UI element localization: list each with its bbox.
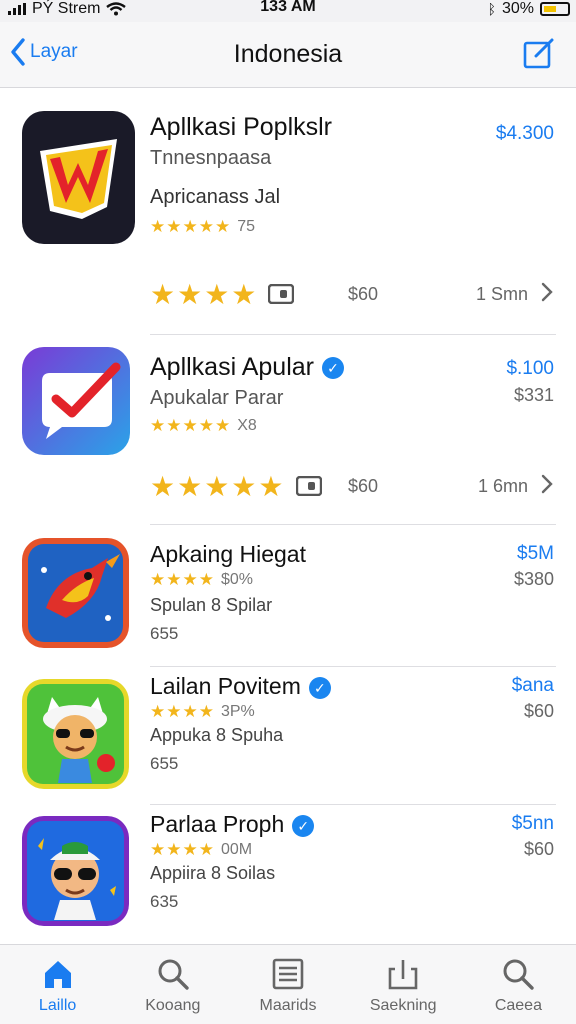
rating-count: $0%: [220, 571, 253, 588]
app-category: Appuka 8 Spuha: [150, 725, 284, 745]
price-button[interactable]: $5M: [517, 543, 554, 565]
price-button[interactable]: $.100: [506, 358, 554, 380]
verified-badge-icon: ✓: [308, 676, 331, 699]
small-rating: ★★★★ $0%: [150, 570, 253, 590]
price-button[interactable]: $5nn: [512, 813, 554, 835]
navigation-bar: Layar Indonesia: [0, 22, 576, 88]
app-name-text: Apllkasi Apular: [150, 353, 314, 381]
app-category: Appiira 8 Soilas: [150, 863, 276, 883]
large-star-rating-icon: ★★★★★: [150, 470, 286, 502]
app-count: 655: [150, 754, 179, 773]
search-icon: [158, 959, 189, 990]
list-price: $60: [348, 283, 379, 304]
app-name: Parlaa Proph ✓: [150, 811, 315, 838]
star-rating-icon: ★★★★: [150, 570, 215, 589]
app-name-text: Parlaa Proph: [150, 811, 285, 837]
app-size: 1 Smn: [475, 283, 528, 304]
small-rating: ★★★★★ 75: [150, 217, 255, 237]
app-name: Apkaing Hiegat: [150, 541, 306, 567]
rating-line: ★★★★ $60 1 Smn: [150, 277, 554, 311]
tab-label: Kooang: [145, 997, 201, 1014]
price-button[interactable]: $4.300: [496, 123, 554, 145]
star-rating-icon: ★★★★: [150, 702, 215, 721]
rating-count: X8: [237, 417, 257, 434]
tab-search[interactable]: Kooang: [115, 945, 230, 1024]
tab-label: Laillo: [38, 997, 77, 1014]
app-size: 1 6mn: [477, 475, 528, 496]
app-name-text: Lailan Povitem: [150, 673, 301, 699]
app-name: Apllkasi Apular ✓: [150, 353, 344, 382]
app-icon-w: [22, 111, 135, 244]
bluetooth-icon: ᛒ: [487, 1, 496, 17]
app-name: Apllkasi Poplkslr: [150, 113, 333, 141]
device-icon: [268, 284, 295, 304]
verified-badge-icon: ✓: [292, 814, 315, 837]
app-count: 655: [150, 624, 179, 643]
star-rating-icon: ★★★★: [150, 840, 215, 859]
list-item[interactable]: Apkaing Hiegat ★★★★ $0% Spulan 8 Spilar …: [0, 525, 576, 667]
battery-icon: [540, 2, 570, 16]
list-item[interactable]: Apllkasi Apular ✓ Apukalar Parar ★★★★★ X8…: [0, 335, 576, 525]
app-icon-cat: [22, 679, 129, 789]
tab-home[interactable]: Laillo: [0, 945, 115, 1024]
app-icon-check: [22, 347, 130, 455]
tab-label: Saekning: [369, 997, 437, 1014]
compose-button[interactable]: [522, 38, 556, 75]
app-list: Apllkasi Poplkslr Tnnesnpaasa Apricanass…: [0, 89, 576, 944]
home-icon: [44, 961, 71, 988]
chevron-right-icon[interactable]: [540, 473, 554, 495]
price-sub: $380: [513, 569, 554, 589]
share-icon: [388, 960, 418, 990]
small-rating: ★★★★★ X8: [150, 416, 257, 436]
device-icon: [295, 476, 322, 496]
page-title: Indonesia: [233, 40, 343, 68]
tab-search-2[interactable]: Caeea: [461, 945, 576, 1024]
tab-label: Maarids: [259, 997, 317, 1014]
app-name: Lailan Povitem ✓: [150, 673, 331, 700]
list-price: $60: [348, 475, 379, 496]
rating-count: 75: [237, 218, 255, 235]
large-star-rating-icon: ★★★★: [150, 278, 259, 310]
rating-count: 00M: [220, 841, 253, 858]
app-subtitle: Tnnesnpaasa: [150, 147, 272, 169]
rating-line: ★★★★★ $60 1 6mn: [150, 469, 554, 503]
small-rating: ★★★★ 00M: [150, 840, 252, 860]
star-rating-icon: ★★★★★: [150, 416, 232, 435]
rating-count: 3P%: [220, 703, 255, 720]
list-item[interactable]: Lailan Povitem ✓ ★★★★ 3P% Appuka 8 Spuha …: [0, 667, 576, 805]
battery-percent: 30%: [501, 0, 534, 17]
price-sub: $331: [513, 385, 554, 405]
app-category: Apricanass Jal: [150, 186, 281, 208]
list-item[interactable]: Apllkasi Poplkslr Tnnesnpaasa Apricanass…: [0, 89, 576, 335]
app-icon-bird: [22, 538, 129, 648]
tab-list[interactable]: Maarids: [230, 945, 345, 1024]
star-rating-icon: ★★★★★: [150, 217, 232, 236]
small-rating: ★★★★ 3P%: [150, 702, 255, 722]
app-icon-character: [22, 816, 129, 926]
tab-label: Caeea: [494, 997, 542, 1014]
list-icon: [272, 958, 304, 990]
status-right: ᛒ 30%: [488, 0, 570, 18]
app-category: Spulan 8 Spilar: [150, 595, 273, 615]
app-count: 635: [150, 892, 179, 911]
app-subtitle: Apukalar Parar: [150, 387, 284, 409]
tab-bar: Laillo Kooang Maarids Saekning Caeea: [0, 944, 576, 1024]
price-sub: $60: [523, 701, 554, 721]
price-button[interactable]: $ana: [512, 675, 554, 697]
verified-badge-icon: ✓: [321, 357, 344, 380]
search-icon: [503, 959, 535, 990]
tab-share[interactable]: Saekning: [346, 945, 461, 1024]
chevron-right-icon[interactable]: [540, 281, 554, 303]
status-bar: PÝ Strem 133 AM ᛒ 30%: [0, 0, 576, 22]
compose-icon: [523, 38, 554, 69]
price-sub: $60: [523, 839, 554, 859]
list-item[interactable]: Parlaa Proph ✓ ★★★★ 00M Appiira 8 Soilas …: [0, 805, 576, 944]
